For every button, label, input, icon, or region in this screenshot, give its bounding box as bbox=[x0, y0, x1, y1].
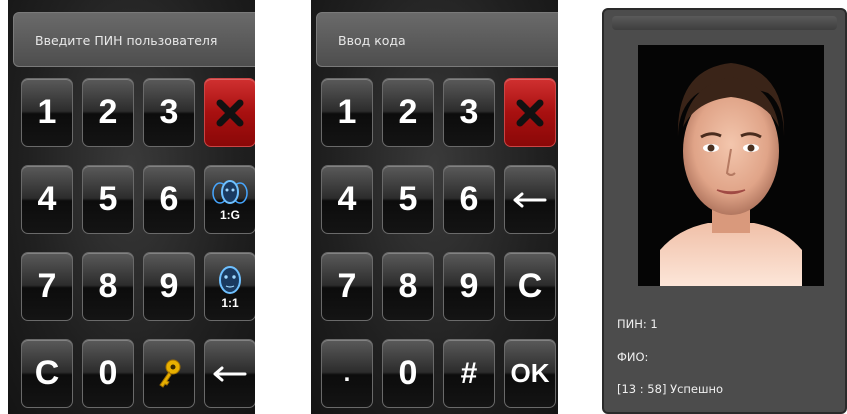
key-dot[interactable]: . bbox=[321, 339, 373, 408]
key-c[interactable]: C bbox=[21, 339, 73, 408]
key-6[interactable]: 6 bbox=[443, 165, 495, 234]
key-button[interactable] bbox=[143, 339, 195, 408]
x-icon bbox=[516, 99, 544, 126]
key-0[interactable]: 0 bbox=[82, 339, 134, 408]
key-0[interactable]: 0 bbox=[382, 339, 434, 408]
key-9[interactable]: 9 bbox=[143, 252, 195, 321]
code-header: Ввод кода bbox=[316, 12, 558, 67]
pin-header: Введите ПИН пользователя bbox=[13, 12, 255, 67]
key-8[interactable]: 8 bbox=[382, 252, 434, 321]
key-c[interactable]: C bbox=[504, 252, 556, 321]
one-verify-label: 1:1 bbox=[221, 295, 239, 310]
key-5[interactable]: 5 bbox=[82, 165, 134, 234]
key-icon bbox=[159, 359, 181, 388]
group-verify-button[interactable]: 1:G bbox=[204, 165, 255, 234]
key-2[interactable]: 2 bbox=[382, 78, 434, 147]
key-1[interactable]: 1 bbox=[321, 78, 373, 147]
ok-button[interactable]: OK bbox=[504, 339, 556, 408]
key-3[interactable]: 3 bbox=[443, 78, 495, 147]
code-entry-screen: Ввод кода 1 2 3 4 5 6 7 8 9 C . 0 # OK bbox=[311, 0, 558, 414]
backspace-button[interactable] bbox=[204, 339, 255, 408]
key-7[interactable]: 7 bbox=[21, 252, 73, 321]
back-arrow-icon bbox=[213, 366, 247, 381]
face-icon bbox=[219, 265, 241, 294]
one-to-one-verify-button[interactable]: 1:1 bbox=[204, 252, 255, 321]
verification-result-screen: ПИН: 1 ФИО: [13 : 58] Успешно bbox=[602, 8, 847, 414]
faces-icon bbox=[212, 179, 248, 204]
key-9[interactable]: 9 bbox=[443, 252, 495, 321]
key-6[interactable]: 6 bbox=[143, 165, 195, 234]
backspace-button[interactable] bbox=[504, 165, 556, 234]
group-verify-label: 1:G bbox=[219, 207, 240, 222]
key-hash[interactable]: # bbox=[443, 339, 495, 408]
status-message: [13 : 58] Успешно bbox=[617, 382, 724, 396]
key-4[interactable]: 4 bbox=[21, 165, 73, 234]
key-5[interactable]: 5 bbox=[382, 165, 434, 234]
title-bar bbox=[612, 16, 837, 30]
key-3[interactable]: 3 bbox=[143, 78, 195, 147]
key-4[interactable]: 4 bbox=[321, 165, 373, 234]
key-8[interactable]: 8 bbox=[82, 252, 134, 321]
delete-button[interactable] bbox=[504, 78, 556, 147]
pin-entry-screen: Введите ПИН пользователя 1 2 3 4 5 6 1:G… bbox=[8, 0, 255, 414]
delete-button[interactable] bbox=[204, 78, 255, 147]
key-7[interactable]: 7 bbox=[321, 252, 373, 321]
user-photo bbox=[638, 45, 824, 286]
back-arrow-icon bbox=[513, 192, 547, 207]
key-2[interactable]: 2 bbox=[82, 78, 134, 147]
key-1[interactable]: 1 bbox=[21, 78, 73, 147]
name-label: ФИО: bbox=[617, 350, 649, 364]
x-icon bbox=[216, 99, 244, 126]
pin-label: ПИН: 1 bbox=[617, 317, 658, 331]
